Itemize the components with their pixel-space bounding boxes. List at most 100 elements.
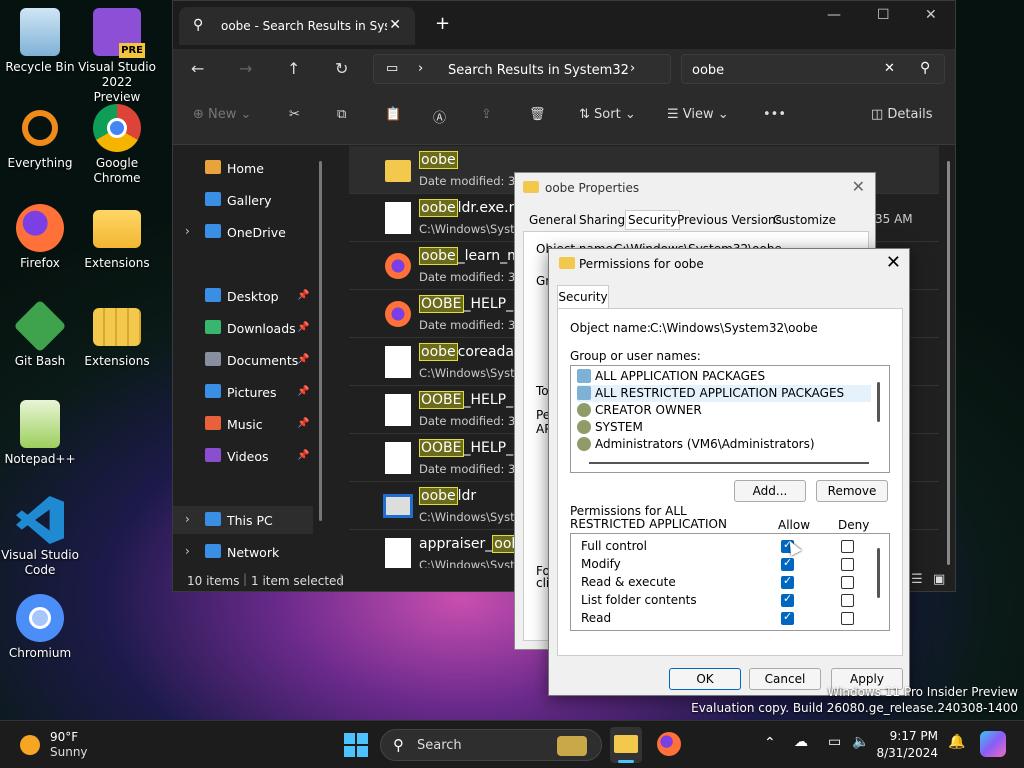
sidebar-item-home[interactable]: Home	[173, 154, 313, 182]
up-icon[interactable]: ↑	[287, 59, 300, 78]
sidebar-item-desktop[interactable]: Desktop 📌	[173, 282, 313, 310]
tab-security[interactable]: Security	[625, 210, 681, 230]
group-list-hscrollbar[interactable]	[589, 462, 869, 464]
allow-checkbox[interactable]	[781, 592, 794, 607]
sidebar-item-videos[interactable]: Videos 📌	[173, 442, 313, 470]
show-hidden-icons[interactable]: ⌃	[764, 735, 776, 751]
close-window-icon[interactable]: ✕	[925, 7, 937, 23]
tab-general[interactable]: General	[529, 213, 576, 227]
back-icon[interactable]: ←	[191, 59, 204, 78]
user-group-icon	[577, 437, 591, 451]
search-input[interactable]	[692, 60, 872, 80]
sidebar-item-documents[interactable]: Documents 📌	[173, 346, 313, 374]
desktop-icon-vscode[interactable]: Visual Studio Code	[0, 496, 80, 578]
minimize-icon[interactable]: —	[827, 7, 841, 23]
clear-search-icon[interactable]: ✕	[884, 61, 895, 76]
clock-time[interactable]: 9:17 PM	[880, 729, 938, 743]
chevron-right-icon[interactable]: ›	[185, 224, 190, 238]
cut-icon[interactable]: ✂	[289, 107, 300, 122]
search-icon[interactable]: ⚲	[920, 60, 930, 76]
deny-checkbox[interactable]	[841, 558, 854, 571]
group-list-item[interactable]: SYSTEM	[577, 419, 871, 436]
permissions-scrollbar[interactable]	[877, 548, 880, 598]
close-icon[interactable]: ✕	[852, 177, 865, 196]
group-list-item[interactable]: CREATOR OWNER	[577, 402, 871, 419]
notification-bell-icon[interactable]: 🔔	[948, 734, 965, 750]
group-user-list[interactable]: ALL APPLICATION PACKAGES ALL RESTRICTED A…	[570, 365, 890, 473]
tab-sharing[interactable]: Sharing	[579, 213, 625, 227]
clock-date[interactable]: 8/31/2024	[870, 746, 938, 760]
sidebar-item-music[interactable]: Music 📌	[173, 410, 313, 438]
sidebar-item-onedrive[interactable]: › OneDrive	[173, 218, 313, 246]
weather-widget[interactable]: 90°F Sunny	[18, 729, 118, 761]
deny-checkbox[interactable]	[841, 594, 854, 607]
view-button[interactable]: ☰ View ⌄	[667, 107, 729, 122]
remove-button[interactable]: Remove	[816, 480, 888, 502]
desktop-icon-everything[interactable]: Everything	[0, 106, 80, 171]
sidebar-item-this-pc[interactable]: › This PC	[173, 506, 313, 534]
desktop-icon-git-bash[interactable]: Git Bash	[0, 299, 80, 369]
paste-icon[interactable]: 📋	[385, 107, 401, 122]
search-box[interactable]: ✕ ⚲	[681, 54, 945, 84]
file-list-scrollbar[interactable]	[947, 161, 950, 565]
allow-checkbox[interactable]	[781, 574, 794, 589]
sidebar-item-gallery[interactable]: Gallery	[173, 186, 313, 214]
application-icon	[383, 494, 413, 518]
copy-icon[interactable]: ⧉	[337, 107, 346, 122]
allow-checkbox[interactable]	[781, 610, 794, 625]
desktop-icon-chromium[interactable]: Chromium	[0, 594, 80, 661]
new-button[interactable]: ⊕ New ⌄	[193, 107, 251, 122]
add-button[interactable]: Add...	[734, 480, 806, 502]
group-list-item[interactable]: ALL RESTRICTED APPLICATION PACKAGES	[577, 385, 871, 402]
speaker-icon[interactable]: 🔈	[852, 734, 869, 750]
desktop-icon-notepadpp[interactable]: Notepad++	[0, 400, 80, 467]
tab-customize[interactable]: Customize	[773, 213, 836, 227]
taskbar-search[interactable]: ⚲ Search	[380, 729, 602, 761]
sidebar-item-network[interactable]: › Network	[173, 538, 313, 566]
group-list-item[interactable]: Administrators (VM6\Administrators)	[577, 436, 871, 453]
share-icon[interactable]: ⇪	[481, 107, 492, 122]
tab-search-results[interactable]: ⚲ oobe - Search Results in System32 ✕	[179, 7, 415, 45]
refresh-icon[interactable]: ↻	[335, 59, 348, 78]
rename-icon[interactable]: Ⓐ	[433, 107, 446, 126]
forward-icon[interactable]: →	[239, 59, 252, 78]
display-icon[interactable]: ▭	[828, 734, 841, 750]
tab-previous-versions[interactable]: Previous Versions	[677, 213, 782, 227]
more-options-icon[interactable]: •••	[763, 107, 786, 122]
sidebar-scrollbar[interactable]	[319, 161, 322, 521]
tab-security[interactable]: Security	[557, 285, 609, 309]
taskbar-firefox[interactable]	[654, 729, 684, 759]
desktop-icon-recycle-bin[interactable]: Recycle Bin	[0, 8, 80, 75]
desktop-icon-extensions-1[interactable]: Extensions	[77, 204, 157, 271]
start-button[interactable]	[344, 733, 368, 757]
address-bar[interactable]: ▭ › Search Results in System32 ›	[373, 54, 671, 84]
deny-checkbox[interactable]	[841, 612, 854, 625]
sidebar-item-downloads[interactable]: Downloads 📌	[173, 314, 313, 342]
new-tab-button[interactable]: +	[435, 13, 450, 34]
group-list-scrollbar[interactable]	[877, 382, 880, 422]
pictures-icon	[205, 384, 221, 398]
network-icon[interactable]: ☁	[794, 734, 808, 750]
tiles-view-icon[interactable]: ▣	[933, 572, 945, 587]
close-icon[interactable]: ✕	[886, 252, 901, 273]
copilot-icon[interactable]	[980, 731, 1006, 757]
details-button[interactable]: ◫ Details	[871, 107, 933, 122]
sort-button[interactable]: ⇅ Sort ⌄	[579, 107, 636, 122]
group-list-item[interactable]: ALL APPLICATION PACKAGES	[577, 368, 871, 385]
close-tab-icon[interactable]: ✕	[389, 17, 401, 33]
chevron-right-icon[interactable]: ›	[185, 544, 190, 558]
delete-icon[interactable]: 🗑	[529, 107, 546, 122]
desktop-icon-visual-studio[interactable]: PRE Visual Studio 2022 Preview	[77, 8, 157, 105]
maximize-icon[interactable]: ☐	[877, 7, 890, 23]
desktop-icon-chrome[interactable]: Google Chrome	[77, 104, 157, 186]
deny-checkbox[interactable]	[841, 576, 854, 589]
desktop-icon-extensions-2[interactable]: Extensions	[77, 302, 157, 369]
chevron-right-icon[interactable]: ›	[185, 512, 190, 526]
deny-checkbox[interactable]	[841, 540, 854, 553]
sidebar-item-pictures[interactable]: Pictures 📌	[173, 378, 313, 406]
search-match-highlight: oobe	[419, 343, 458, 361]
desktop-icon-firefox[interactable]: Firefox	[0, 204, 80, 271]
list-view-icon[interactable]: ☰	[911, 572, 923, 587]
taskbar-file-explorer[interactable]	[610, 727, 642, 763]
allow-checkbox[interactable]	[781, 556, 794, 571]
